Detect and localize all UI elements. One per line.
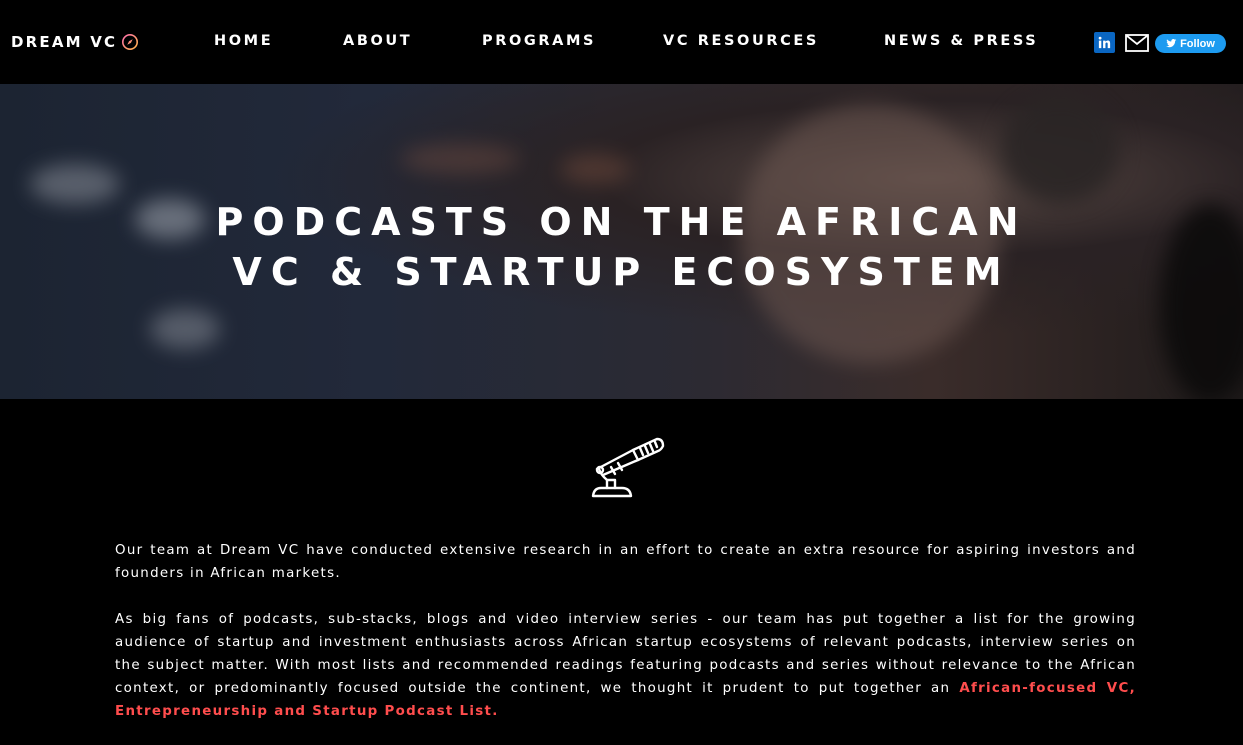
site-header: DREAM VC HOME ABOUT PROGRAMS VC RESOURCE… xyxy=(0,0,1243,84)
podcast-list-paragraph: As big fans of podcasts, sub-stacks, blo… xyxy=(115,608,1136,723)
microphone-photo xyxy=(1000,94,1120,204)
mail-icon[interactable] xyxy=(1125,33,1149,53)
bokeh-light xyxy=(400,144,520,174)
nav-programs[interactable]: PROGRAMS xyxy=(482,33,596,49)
microphone-icon xyxy=(591,437,665,498)
logo-text: DREAM VC xyxy=(11,33,118,51)
bokeh-light xyxy=(150,309,220,349)
twitter-follow-button[interactable]: Follow xyxy=(1155,34,1226,53)
nav-home[interactable]: HOME xyxy=(214,33,273,49)
hero-title-line2: VC & STARTUP ECOSYSTEM xyxy=(232,250,1011,294)
compass-icon xyxy=(122,33,139,51)
hero-title-line1: PODCASTS ON THE AFRICAN xyxy=(215,200,1028,244)
follow-label: Follow xyxy=(1180,37,1215,50)
hero-banner: PODCASTS ON THE AFRICAN VC & STARTUP ECO… xyxy=(0,84,1243,399)
linkedin-glyph xyxy=(1098,36,1111,49)
twitter-icon xyxy=(1166,39,1177,48)
bokeh-light xyxy=(560,154,630,184)
linkedin-icon[interactable] xyxy=(1094,32,1115,53)
intro-paragraph: Our team at Dream VC have conducted exte… xyxy=(115,543,1136,581)
nav-news-press[interactable]: NEWS & PRESS xyxy=(884,33,1038,49)
nav-about[interactable]: ABOUT xyxy=(343,33,412,49)
nav-vc-resources[interactable]: VC RESOURCES xyxy=(663,33,819,49)
hero-title: PODCASTS ON THE AFRICAN VC & STARTUP ECO… xyxy=(0,197,1243,297)
site-logo[interactable]: DREAM VC xyxy=(11,33,139,51)
